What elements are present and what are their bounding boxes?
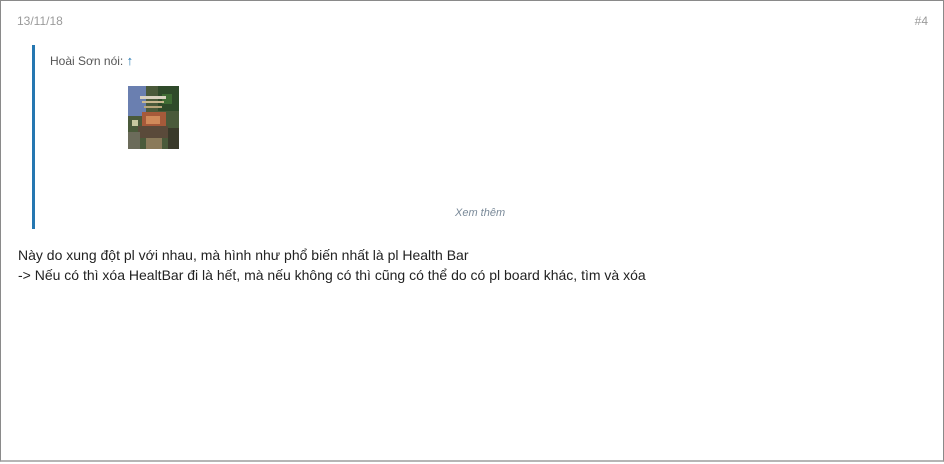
post-message-body: Này do xung đột pl với nhau, mà hình như… — [18, 245, 646, 285]
quote-attribution: Hoài Sơn nói: ↑ — [50, 53, 133, 68]
jump-to-quote-arrow-icon[interactable]: ↑ — [127, 53, 134, 68]
forum-post: 13/11/18 #4 Hoài Sơn nói: ↑ Xem thêm Này… — [0, 0, 944, 462]
message-line: Này do xung đột pl với nhau, mà hình như… — [18, 247, 469, 263]
game-screenshot-image — [128, 86, 179, 149]
quote-author-label: Hoài Sơn nói: — [50, 54, 124, 68]
quote-attached-image-thumbnail[interactable] — [128, 86, 179, 149]
see-more-link[interactable]: Xem thêm — [455, 207, 505, 219]
quote-block: Hoài Sơn nói: ↑ Xem thêm — [32, 45, 932, 229]
post-date: 13/11/18 — [17, 14, 63, 28]
post-permalink-number[interactable]: #4 — [915, 14, 928, 28]
message-line: -> Nếu có thì xóa HealtBar đi là hết, mà… — [18, 267, 646, 283]
